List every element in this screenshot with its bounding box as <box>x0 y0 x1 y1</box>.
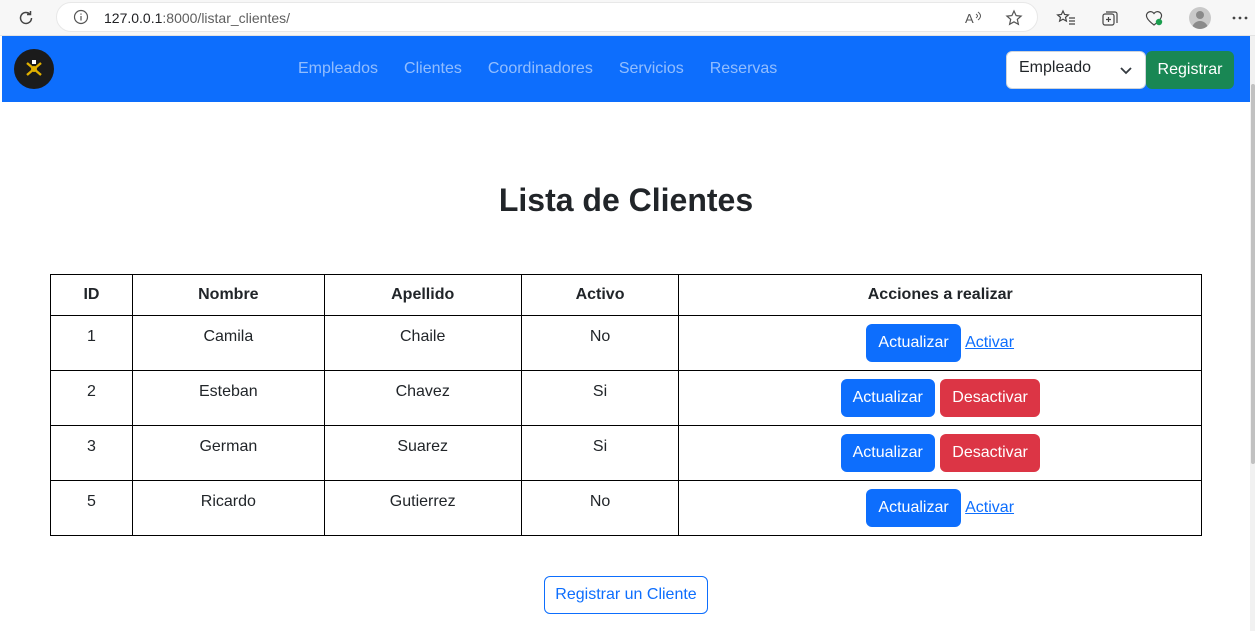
navbar: Empleados Clientes Coordinadores Servici… <box>2 36 1250 102</box>
cell-actions: Actualizar Activar <box>678 315 1202 371</box>
header-acciones: Acciones a realizar <box>678 274 1202 316</box>
nav-link-clientes[interactable]: Clientes <box>404 60 462 78</box>
collections-icon[interactable] <box>1097 5 1123 31</box>
reload-icon[interactable] <box>14 6 38 30</box>
update-button[interactable]: Actualizar <box>840 434 935 472</box>
deactivate-button[interactable]: Desactivar <box>940 434 1040 472</box>
read-aloud-icon[interactable]: A <box>963 7 985 29</box>
cell-actions: Actualizar Desactivar <box>678 425 1202 481</box>
svg-text:A: A <box>965 11 974 26</box>
role-select[interactable]: Empleado <box>1006 51 1146 89</box>
update-button[interactable]: Actualizar <box>866 324 961 362</box>
update-button[interactable]: Actualizar <box>840 379 935 417</box>
header-id: ID <box>50 274 133 316</box>
cell-apellido: Gutierrez <box>323 480 522 536</box>
brand-logo-icon[interactable] <box>14 49 54 89</box>
address-bar[interactable]: 127.0.0.1:8000/listar_clientes/ A <box>56 2 1038 32</box>
cell-apellido: Chaile <box>323 315 522 371</box>
cell-nombre: German <box>131 425 325 481</box>
scrollbar-thumb[interactable] <box>1251 84 1255 464</box>
browser-toolbar: 127.0.0.1:8000/listar_clientes/ A <box>0 0 1255 36</box>
deactivate-button[interactable]: Desactivar <box>940 379 1040 417</box>
nav-link-servicios[interactable]: Servicios <box>619 60 684 78</box>
page-scrollbar[interactable] <box>1250 36 1255 631</box>
activate-link[interactable]: Activar <box>965 334 1014 352</box>
header-apellido: Apellido <box>323 274 522 316</box>
site-info-icon[interactable] <box>73 9 89 25</box>
favorite-star-icon[interactable] <box>1003 7 1025 29</box>
page-title: Lista de Clientes <box>498 182 754 218</box>
nav-link-reservas[interactable]: Reservas <box>710 60 778 78</box>
nav-link-coordinadores[interactable]: Coordinadores <box>488 60 593 78</box>
role-select-value: Empleado <box>1019 59 1092 76</box>
favorites-icon[interactable] <box>1053 5 1079 31</box>
cell-nombre: Ricardo <box>131 480 325 536</box>
register-client-button[interactable]: Registrar un Cliente <box>544 576 708 614</box>
cell-id: 1 <box>50 315 133 371</box>
activate-link[interactable]: Activar <box>965 499 1014 517</box>
cell-id: 3 <box>50 425 133 481</box>
page-content: Empleados Clientes Coordinadores Servici… <box>2 36 1250 631</box>
chevron-down-icon <box>1119 63 1133 82</box>
profile-avatar-icon[interactable] <box>1187 5 1213 31</box>
header-activo: Activo <box>520 274 680 316</box>
header-nombre: Nombre <box>131 274 325 316</box>
clients-table: ID Nombre Apellido Activo Acciones a rea… <box>50 274 1202 536</box>
cell-id: 5 <box>50 480 133 536</box>
cell-apellido: Suarez <box>323 425 522 481</box>
nav-links: Empleados Clientes Coordinadores Servici… <box>298 36 803 102</box>
cell-activo: Si <box>520 370 680 426</box>
more-menu-icon[interactable] <box>1227 5 1253 31</box>
cell-activo: No <box>520 315 680 371</box>
register-button[interactable]: Registrar <box>1146 51 1234 89</box>
table-row: 2 Esteban Chavez Si Actualizar Desactiva… <box>50 370 1202 426</box>
cell-nombre: Esteban <box>131 370 325 426</box>
table-header-row: ID Nombre Apellido Activo Acciones a rea… <box>50 274 1202 316</box>
cell-id: 2 <box>50 370 133 426</box>
cell-activo: Si <box>520 425 680 481</box>
update-button[interactable]: Actualizar <box>866 489 961 527</box>
nav-link-empleados[interactable]: Empleados <box>298 60 378 78</box>
url-text[interactable]: 127.0.0.1:8000/listar_clientes/ <box>104 10 290 26</box>
table-row: 1 Camila Chaile No Actualizar Activar <box>50 315 1202 371</box>
cell-apellido: Chavez <box>323 370 522 426</box>
url-path: :8000/listar_clientes/ <box>162 10 291 26</box>
cell-actions: Actualizar Activar <box>678 480 1202 536</box>
table-row: 3 German Suarez Si Actualizar Desactivar <box>50 425 1202 481</box>
cell-nombre: Camila <box>131 315 325 371</box>
url-host: 127.0.0.1 <box>104 10 163 26</box>
cell-actions: Actualizar Desactivar <box>678 370 1202 426</box>
cell-activo: No <box>520 480 680 536</box>
browser-essentials-icon[interactable] <box>1141 5 1167 31</box>
table-row: 5 Ricardo Gutierrez No Actualizar Activa… <box>50 480 1202 536</box>
